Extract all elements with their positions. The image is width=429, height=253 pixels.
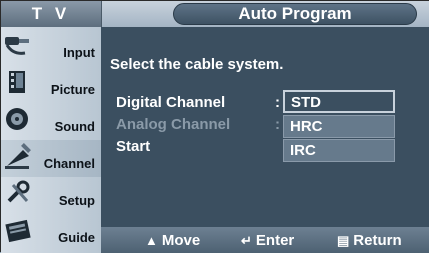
instruction-text: Select the cable system. — [110, 56, 284, 73]
guide-program-icon — [3, 216, 37, 246]
up-down-arrow-icon: ▲︎ — [145, 233, 158, 248]
channel-satellite-icon — [3, 142, 37, 172]
cable-option-irc[interactable]: IRC — [283, 139, 395, 162]
menu-title: Auto Program — [173, 3, 417, 25]
input-plug-icon — [3, 31, 37, 61]
tv-osd-frame: T V Auto Program Input Picture Sound Cha… — [0, 0, 429, 253]
tv-label: T V — [31, 4, 71, 23]
return-label: Return — [353, 232, 402, 249]
colon-separator: : — [275, 116, 280, 133]
digital-channel-label[interactable]: Digital Channel — [116, 94, 225, 111]
tv-label-tab: T V — [1, 1, 102, 27]
footer-hint-bar: ▲︎ Move ↵ Enter ▤ Return — [101, 227, 429, 253]
title-bar: T V Auto Program — [1, 1, 429, 27]
sound-speaker-icon — [3, 105, 37, 135]
colon-separator: : — [275, 94, 280, 111]
sidebar-item-guide[interactable]: Guide — [1, 214, 101, 251]
sidebar-item-sound[interactable]: Sound — [1, 103, 101, 140]
sidebar-item-label: Picture — [50, 82, 95, 97]
sidebar-item-channel[interactable]: Channel — [1, 140, 101, 177]
enter-label: Enter — [255, 232, 295, 249]
cable-option-hrc[interactable]: HRC — [283, 115, 395, 138]
sidebar-item-label: Setup — [58, 193, 95, 208]
sidebar-item-label: Guide — [58, 230, 95, 245]
cable-option-std[interactable]: STD — [283, 90, 395, 113]
picture-film-icon — [3, 68, 37, 98]
enter-key-icon: ↵ — [241, 233, 252, 248]
move-hint: ▲︎ Move — [145, 232, 200, 249]
sidebar-item-input[interactable]: Input — [1, 29, 101, 66]
enter-hint: ↵ Enter — [241, 232, 294, 249]
analog-channel-label[interactable]: Analog Channel — [116, 116, 230, 133]
sidebar-item-label: Input — [63, 45, 95, 60]
return-menu-icon: ▤ — [337, 233, 350, 248]
move-label: Move — [161, 232, 201, 249]
sidebar-item-picture[interactable]: Picture — [1, 66, 101, 103]
start-label[interactable]: Start — [116, 138, 150, 155]
sidebar-item-label: Sound — [54, 119, 95, 134]
sidebar-menu: Input Picture Sound Channel Setup Guide — [1, 27, 101, 253]
sidebar-item-setup[interactable]: Setup — [1, 177, 101, 214]
main-panel: Select the cable system. Digital Channel… — [101, 27, 429, 227]
return-hint: ▤ Return — [337, 232, 402, 249]
setup-wrench-icon — [3, 179, 37, 209]
sidebar-item-label: Channel — [43, 156, 95, 171]
